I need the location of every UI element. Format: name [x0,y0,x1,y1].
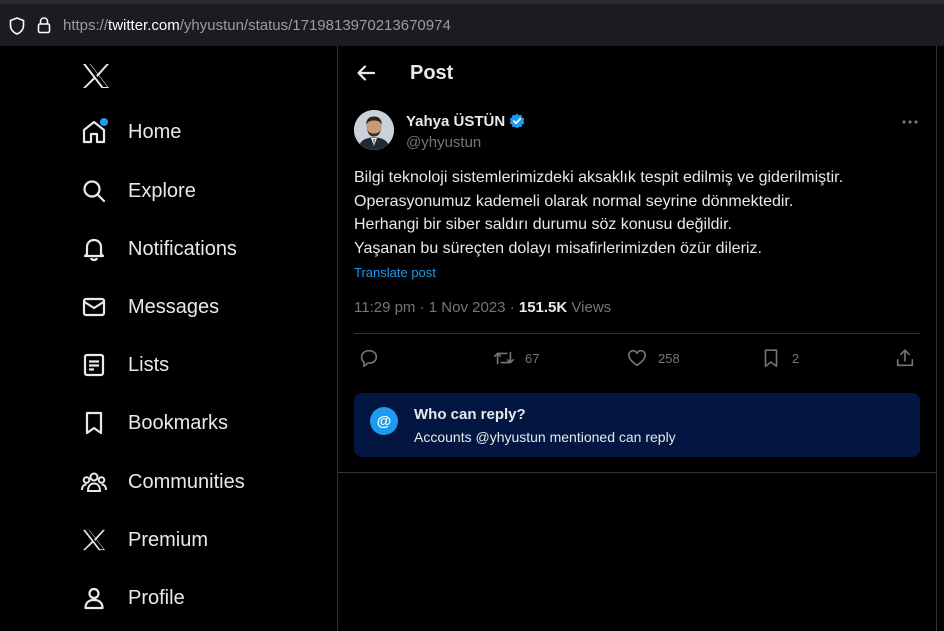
sidebar-item-bookmarks[interactable]: Bookmarks [80,403,228,443]
main-column: Post Yahya ÜSTÜN @yhyustun Bilgi teknolo… [338,46,936,631]
like-count: 258 [658,350,680,366]
reply-button[interactable] [358,346,380,370]
sidebar-item-label: Messages [128,295,220,318]
url-text[interactable]: https://twitter.com/yhyustun/status/1719… [63,17,451,34]
sidebar-item-label: Communities [128,470,245,493]
sidebar-item-label: Home [128,120,182,143]
post-header: Post [338,46,936,99]
sidebar-item-label: Notifications [128,237,237,260]
browser-url-bar[interactable]: https://twitter.com/yhyustun/status/1719… [0,0,944,46]
sidebar: Home Explore Notifications Messages List… [0,46,338,631]
sidebar-item-home[interactable]: Home [80,112,181,152]
at-sign-icon: @ [370,407,398,435]
translate-post-link[interactable]: Translate post [354,265,436,280]
shield-icon[interactable] [9,17,25,35]
divider [338,472,936,473]
tweet-text: Bilgi teknoloji sistemlerimizdeki aksakl… [354,166,914,260]
sidebar-item-label: Bookmarks [128,411,229,434]
verified-badge-icon[interactable] [508,112,526,130]
repost-count: 67 [525,350,540,366]
sidebar-item-lists[interactable]: Lists [80,345,169,385]
bookmark-icon [80,409,108,437]
people-icon [80,468,108,496]
avatar[interactable] [354,110,394,150]
search-icon [80,177,108,205]
x-logo-icon[interactable] [71,51,121,101]
column-divider [936,46,937,631]
author-handle[interactable]: @yhyustun [406,134,481,151]
lock-icon[interactable] [37,16,51,34]
sidebar-item-communities[interactable]: Communities [80,462,245,502]
views-label: Views [571,299,612,316]
notification-dot [100,118,108,126]
tweet-line: Herhangi bir siber saldırı durumu söz ko… [354,216,732,233]
who-can-reply-subtitle: Accounts @yhyustun mentioned can reply [414,429,676,445]
author-name[interactable]: Yahya ÜSTÜN [406,112,526,130]
sidebar-item-profile[interactable]: Profile [80,578,185,618]
sidebar-item-messages[interactable]: Messages [80,287,219,327]
bell-icon [80,235,108,263]
sidebar-item-explore[interactable]: Explore [80,171,196,211]
tweet-meta: 11:29 pm · 1 Nov 2023 · 151.5K Views [354,299,611,316]
heart-icon [627,349,647,367]
envelope-icon [80,293,108,321]
url-host: twitter.com [108,17,180,34]
person-icon [80,584,108,612]
url-prefix: https:// [63,17,109,34]
share-button[interactable] [894,346,916,370]
sidebar-item-notifications[interactable]: Notifications [80,229,237,269]
like-button[interactable]: 258 [626,346,680,370]
bookmark-count: 2 [792,350,800,366]
who-can-reply-box: @ Who can reply? Accounts @yhyustun ment… [354,393,920,457]
tweet-line: Operasyonumuz kademeli olarak normal sey… [354,192,794,210]
share-icon [896,349,914,367]
tweet-time[interactable]: 11:29 pm [354,299,415,316]
sidebar-item-label: Lists [128,353,170,376]
bookmark-button[interactable]: 2 [760,346,799,370]
sidebar-item-label: Profile [128,586,185,609]
more-options-icon[interactable] [900,112,920,132]
url-path: /yhyustun/status/1719813970213670974 [179,17,451,34]
list-icon [80,351,108,379]
divider [354,333,920,334]
sidebar-item-label: Premium [128,528,209,551]
views-count: 151.5K [518,299,568,316]
x-logo-icon [80,526,108,554]
page-title: Post [410,62,454,84]
who-can-reply-title: Who can reply? [414,406,526,423]
reply-icon [360,349,378,368]
meta-separator: · [419,299,425,316]
repost-icon [494,351,514,365]
sidebar-item-premium[interactable]: Premium [80,520,208,560]
tweet-line: Bilgi teknoloji sistemlerimizdeki aksakl… [354,169,844,186]
repost-button[interactable]: 67 [493,346,539,370]
meta-separator: · [509,299,515,316]
back-arrow-icon[interactable] [354,61,378,85]
home-icon [80,118,108,146]
author-name-text: Yahya ÜSTÜN [406,112,506,130]
bookmark-icon [764,349,778,368]
tweet-line: Yaşanan bu süreçten dolayı misafirlerimi… [354,239,762,257]
tweet-date[interactable]: 1 Nov 2023 [429,299,506,316]
sidebar-item-label: Explore [128,179,196,202]
